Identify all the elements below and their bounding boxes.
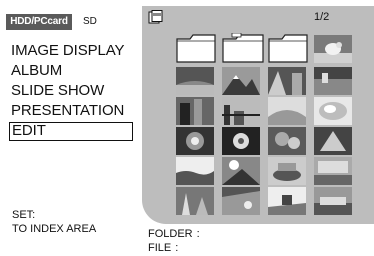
folder-icon[interactable] bbox=[268, 33, 308, 63]
set-label: SET: bbox=[12, 209, 36, 221]
thumbnail-image[interactable] bbox=[268, 157, 306, 185]
thumbnail-image[interactable] bbox=[222, 67, 260, 95]
thumbnail-image[interactable] bbox=[222, 97, 260, 125]
page-indicator: 1/2 bbox=[314, 11, 330, 23]
main-menu: IMAGE DISPLAY ALBUM SLIDE SHOW PRESENTAT… bbox=[9, 41, 133, 141]
thumbnail-image[interactable] bbox=[176, 127, 214, 155]
memory-card-icon bbox=[148, 10, 163, 24]
thumbnail-image[interactable] bbox=[314, 187, 352, 215]
set-description: TO INDEX AREA bbox=[12, 223, 97, 235]
thumbnail-image[interactable] bbox=[268, 187, 306, 215]
thumbnail-image[interactable] bbox=[314, 127, 352, 155]
thumbnail-image[interactable] bbox=[176, 67, 214, 95]
hdd-pccard-tab[interactable]: HDD/PCcard bbox=[6, 14, 72, 30]
thumbnail-image[interactable] bbox=[176, 187, 214, 215]
file-value: : bbox=[175, 242, 179, 254]
thumbnail-image[interactable] bbox=[222, 127, 260, 155]
menu-item-presentation[interactable]: PRESENTATION bbox=[9, 101, 133, 121]
menu-item-image-display[interactable]: IMAGE DISPLAY bbox=[9, 41, 133, 61]
thumbnail-image[interactable] bbox=[314, 157, 352, 185]
thumbnail-image[interactable] bbox=[176, 157, 214, 185]
menu-item-slide-show[interactable]: SLIDE SHOW bbox=[9, 81, 133, 101]
thumbnail-image[interactable] bbox=[176, 97, 214, 125]
thumbnail-image[interactable] bbox=[314, 35, 352, 63]
folder-info: FOLDER: bbox=[148, 228, 200, 240]
thumbnail-image[interactable] bbox=[268, 127, 306, 155]
thumbnail-image[interactable] bbox=[222, 187, 260, 215]
file-info: FILE: bbox=[148, 242, 178, 254]
folder-value: : bbox=[196, 228, 200, 240]
sd-tab[interactable]: SD bbox=[83, 14, 113, 30]
folder-icon[interactable] bbox=[222, 33, 264, 63]
thumbnail-image[interactable] bbox=[314, 67, 352, 95]
folder-label: FOLDER bbox=[148, 228, 193, 240]
menu-item-edit[interactable]: EDIT bbox=[9, 122, 133, 141]
thumbnail-image[interactable] bbox=[268, 67, 306, 95]
thumbnail-image[interactable] bbox=[268, 97, 306, 125]
file-label: FILE bbox=[148, 242, 172, 254]
thumbnail-image[interactable] bbox=[314, 97, 352, 125]
thumbnail-image[interactable] bbox=[222, 157, 260, 185]
folder-icon[interactable] bbox=[176, 33, 216, 63]
menu-item-album[interactable]: ALBUM bbox=[9, 61, 133, 81]
